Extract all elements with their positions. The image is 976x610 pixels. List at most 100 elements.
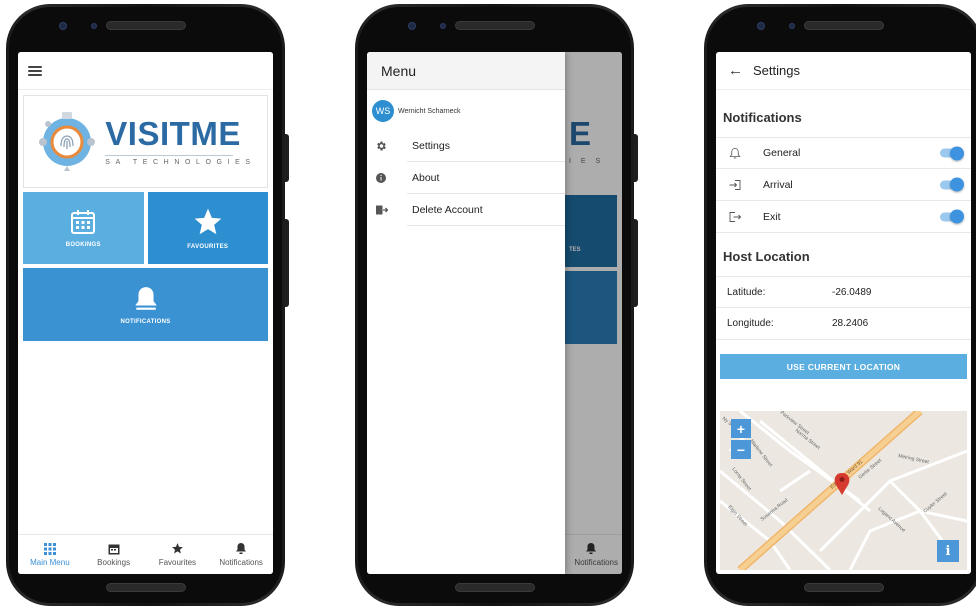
menu-item-delete-account-label: Delete Account	[412, 203, 483, 216]
calendar-icon	[108, 544, 120, 554]
bookings-tile[interactable]: BOOKINGS	[23, 192, 144, 264]
zoom-in-button[interactable]: +	[731, 419, 751, 438]
phone-frame-settings: ← Settings Notifications General Arrival	[704, 4, 976, 606]
general-toggle-switch[interactable]	[940, 146, 964, 160]
nav-bookings[interactable]: Bookings	[82, 535, 146, 574]
app-bar	[18, 52, 273, 90]
nav-favourites-label: Favourites	[158, 558, 197, 567]
menu-tiles: BOOKINGS FAVOURITES NOTIFICATIONS	[18, 188, 273, 341]
toggle-row-general[interactable]: General	[716, 137, 971, 169]
front-camera	[758, 23, 764, 29]
logout-icon	[374, 203, 388, 217]
star-icon	[171, 543, 183, 554]
nav-notifications[interactable]: Notifications	[209, 535, 273, 574]
favourites-tile-label: FAVOURITES	[187, 244, 229, 250]
favourites-tile[interactable]: FAVOURITES	[147, 192, 268, 264]
drawer-screen: E I E S TES Notifications Menu WS Wernic…	[367, 52, 622, 574]
menu-item-about[interactable]: About	[376, 162, 565, 194]
menu-item-delete-account[interactable]: Delete Account	[375, 194, 565, 226]
map-label-marlene: Marlene Street	[748, 439, 773, 469]
settings-title: Settings	[753, 63, 800, 78]
notifications-tile[interactable]: NOTIFICATIONS	[23, 268, 268, 341]
grid-icon	[43, 542, 56, 555]
bookings-tile-label: BOOKINGS	[65, 242, 101, 248]
settings-screen: ← Settings Notifications General Arrival	[716, 52, 971, 574]
menu-item-settings[interactable]: Settings	[377, 130, 565, 162]
nav-bookings-label: Bookings	[97, 557, 131, 567]
front-camera	[60, 23, 66, 29]
chin-speaker	[454, 583, 535, 592]
exit-icon	[726, 208, 744, 226]
location-map[interactable]: Norma Street Marlene Street Lorna Street…	[720, 411, 967, 570]
nav-favourites[interactable]: Favourites	[146, 535, 210, 574]
sensor	[92, 24, 96, 28]
visitme-logo: VISITME SA TECHNOLOGIES	[23, 95, 268, 188]
notifications-tile-label: NOTIFICATIONS	[120, 318, 171, 325]
toggle-row-exit[interactable]: Exit	[716, 201, 971, 233]
nav-main-menu-label: Main Menu	[30, 557, 70, 567]
phone-frame-drawer: E I E S TES Notifications Menu WS Wernic…	[355, 4, 638, 606]
arrival-toggle-switch[interactable]	[940, 177, 964, 192]
sensor	[790, 24, 794, 28]
notifications-section-title: Notifications	[723, 110, 802, 125]
latitude-value: -26.0489	[832, 286, 872, 298]
toggle-row-arrival[interactable]: Arrival	[716, 169, 971, 201]
logo-subtitle: SA TECHNOLOGIES	[105, 159, 256, 166]
back-arrow-icon[interactable]: ←	[728, 62, 743, 79]
menu-item-settings-label: Settings	[412, 139, 450, 152]
calendar-icon	[71, 210, 96, 234]
main-menu-screen: VISITME SA TECHNOLOGIES BOOKINGS FAVOURI…	[18, 52, 273, 574]
power-button	[284, 134, 289, 182]
bell-icon	[134, 286, 157, 310]
sensor	[441, 24, 445, 28]
nav-notifications-label: Notifications	[219, 558, 263, 567]
menu-item-about-label: About	[412, 171, 440, 184]
map-label-lugano: Lugano Avenue	[877, 506, 907, 534]
use-current-location-button[interactable]: USE CURRENT LOCATION	[720, 354, 967, 379]
gear-icon	[374, 139, 388, 153]
toggle-general-label: General	[763, 147, 801, 159]
map-label-elgin: Elgin Street	[727, 504, 749, 528]
volume-button	[284, 219, 289, 307]
latitude-label: Latitude:	[727, 286, 766, 298]
earpiece	[454, 21, 535, 30]
hamburger-menu-icon[interactable]	[28, 65, 42, 76]
toggle-exit-label: Exit	[763, 210, 781, 223]
nav-main-menu[interactable]: Main Menu	[18, 535, 82, 574]
user-name: Wernicht Scharneck	[398, 107, 461, 115]
settings-app-bar: ← Settings	[716, 52, 971, 90]
chin-speaker	[105, 583, 186, 592]
logo-word-me: ME	[190, 115, 241, 152]
logo-divider	[105, 155, 234, 156]
login-icon	[726, 176, 744, 194]
showcase-canvas: VISITME SA TECHNOLOGIES BOOKINGS FAVOURI…	[0, 0, 976, 610]
drawer-title: Menu	[367, 52, 565, 90]
star-icon	[194, 208, 222, 235]
toggle-arrival-label: Arrival	[763, 178, 793, 191]
map-zoom-controls: + −	[731, 419, 751, 459]
navigation-drawer: Menu WS Wernicht Scharneck Settings Abou…	[367, 52, 565, 574]
map-info-button[interactable]: i	[937, 540, 959, 562]
map-label-meiring: Meiring Street	[898, 453, 930, 465]
map-label-susanna: Susanna Road	[760, 497, 790, 522]
volume-button	[633, 219, 638, 307]
bell-outline-icon	[726, 144, 744, 162]
exit-toggle-switch[interactable]	[940, 209, 964, 224]
user-profile-row[interactable]: WS Wernicht Scharneck	[367, 90, 565, 130]
longitude-label: Longitude:	[727, 318, 774, 329]
earpiece	[803, 21, 884, 30]
latitude-row: Latitude: -26.0489	[716, 276, 971, 308]
bell-icon	[236, 543, 247, 554]
fingerprint-logo-icon	[35, 110, 99, 174]
longitude-value: 28.2406	[832, 318, 869, 329]
zoom-out-button[interactable]: −	[731, 440, 751, 459]
chin-speaker	[803, 583, 884, 592]
map-label-cuyler: Cuyler Street	[922, 491, 949, 515]
avatar: WS	[372, 100, 394, 122]
map-streets: Norma Street Marlene Street Lorna Street…	[720, 411, 967, 570]
host-location-section-title: Host Location	[723, 249, 810, 264]
info-icon	[374, 171, 388, 185]
phone-frame-main-menu: VISITME SA TECHNOLOGIES BOOKINGS FAVOURI…	[6, 4, 289, 606]
logo-word-visit: VISIT	[105, 115, 191, 152]
front-camera	[409, 23, 415, 29]
